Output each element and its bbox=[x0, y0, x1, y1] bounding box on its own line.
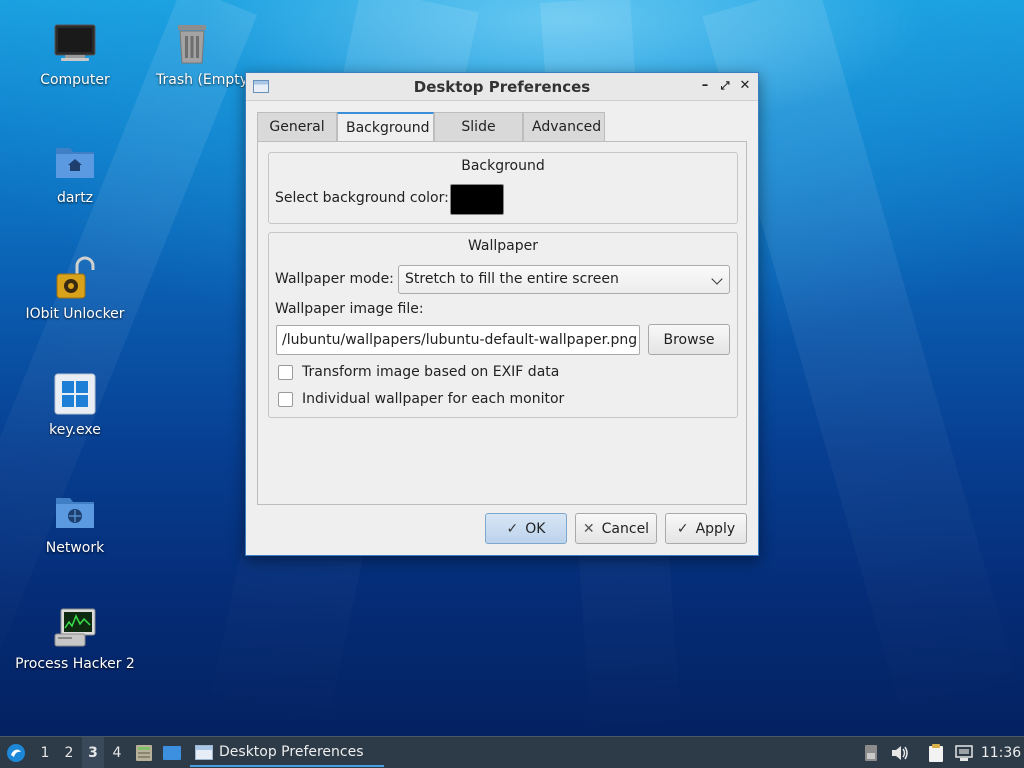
dialog-title: Desktop Preferences bbox=[413, 77, 591, 96]
exif-transform-checkbox[interactable]: Transform image based on EXIF data bbox=[278, 364, 559, 380]
tab-slide-show[interactable]: Slide Show bbox=[434, 112, 523, 164]
desktop-icon-network[interactable]: Network bbox=[10, 490, 140, 556]
trash-icon bbox=[170, 22, 214, 66]
file-cabinet-icon bbox=[136, 745, 152, 761]
individual-wallpaper-checkbox[interactable]: Individual wallpaper for each monitor bbox=[278, 391, 564, 407]
desktop-preferences-dialog: Desktop Preferences – ⤢ ✕ General Backgr… bbox=[245, 72, 759, 556]
wallpaper-file-input[interactable]: /lubuntu/wallpapers/lubuntu-default-wall… bbox=[276, 325, 640, 355]
background-color-label: Select background color: bbox=[275, 190, 449, 206]
clock[interactable]: 11:36 bbox=[980, 737, 1022, 768]
workspace-3[interactable]: 3 bbox=[82, 737, 104, 768]
desktop-icon-label: Network bbox=[45, 540, 105, 556]
home-folder-icon bbox=[53, 140, 97, 184]
desktop-icon bbox=[163, 746, 181, 760]
process-hacker-icon bbox=[53, 606, 97, 650]
background-color-button[interactable] bbox=[450, 184, 504, 215]
desktop-icon-label: Trash (Empty bbox=[156, 72, 248, 88]
window-app-icon bbox=[195, 744, 213, 760]
light-ray bbox=[0, 0, 258, 702]
desktop-icon-iobit-unlocker[interactable]: IObit Unlocker bbox=[10, 256, 140, 322]
computer-monitor-icon bbox=[53, 22, 97, 66]
network-status-icon[interactable] bbox=[952, 737, 976, 768]
desktop-icon-label: IObit Unlocker bbox=[25, 306, 125, 322]
desktop-icon-trash[interactable]: Trash (Empty bbox=[136, 22, 248, 88]
background-group-title: Background bbox=[461, 158, 545, 174]
desktop-icon-label: key.exe bbox=[49, 422, 101, 438]
minimize-icon[interactable]: – bbox=[698, 78, 712, 94]
start-menu-button[interactable] bbox=[4, 737, 28, 768]
close-icon[interactable]: ✕ bbox=[738, 78, 752, 94]
desktop-icon-process-hacker[interactable]: Process Hacker 2 bbox=[10, 606, 140, 672]
volume-icon[interactable] bbox=[888, 737, 912, 768]
show-desktop-button[interactable] bbox=[160, 737, 184, 768]
wallpaper-mode-value: Stretch to fill the entire screen bbox=[405, 271, 619, 287]
tab-bar: General Background Slide Show Advanced bbox=[257, 112, 605, 164]
clipboard-icon[interactable] bbox=[924, 737, 948, 768]
tab-background[interactable]: Background bbox=[337, 112, 434, 143]
checkbox-box[interactable] bbox=[278, 364, 293, 380]
desktop-icon-key-exe[interactable]: key.exe bbox=[10, 372, 140, 438]
taskbar: 1 2 3 4 Desktop Preferences 11:36 bbox=[0, 736, 1024, 768]
ok-button[interactable]: ✓ OK bbox=[485, 513, 567, 544]
wallpaper-file-label: Wallpaper image file: bbox=[275, 301, 424, 317]
task-label: Desktop Preferences bbox=[219, 744, 364, 760]
removable-media-icon[interactable] bbox=[860, 737, 882, 768]
wallpaper-group-title: Wallpaper bbox=[467, 238, 539, 254]
checkbox-box[interactable] bbox=[278, 391, 293, 407]
cancel-x-icon: ✕ bbox=[582, 520, 595, 537]
check-icon: ✓ bbox=[506, 520, 519, 537]
wallpaper-group: Wallpaper Wallpaper mode: Stretch to fil… bbox=[268, 232, 738, 418]
exif-transform-label: Transform image based on EXIF data bbox=[302, 364, 560, 380]
individual-wallpaper-label: Individual wallpaper for each monitor bbox=[302, 391, 565, 407]
background-tab-panel: Background Select background color: Wall… bbox=[257, 141, 747, 505]
maximize-icon[interactable]: ⤢ bbox=[718, 78, 732, 94]
browse-button-label: Browse bbox=[663, 331, 715, 348]
tab-advanced[interactable]: Advanced bbox=[523, 112, 605, 142]
desktop-icon-dartz[interactable]: dartz bbox=[10, 140, 140, 206]
workspace-4[interactable]: 4 bbox=[106, 737, 128, 768]
wallpaper-mode-label: Wallpaper mode: bbox=[275, 271, 394, 287]
dialog-titlebar[interactable]: Desktop Preferences – ⤢ ✕ bbox=[246, 73, 758, 101]
ok-button-label: OK bbox=[525, 520, 546, 537]
workspace-1[interactable]: 1 bbox=[34, 737, 56, 768]
taskbar-task-desktop-preferences[interactable]: Desktop Preferences bbox=[190, 739, 384, 767]
background-group: Background Select background color: bbox=[268, 152, 738, 224]
lubuntu-logo-icon bbox=[7, 744, 25, 762]
desktop-icon-computer[interactable]: Computer bbox=[10, 22, 140, 88]
cancel-button[interactable]: ✕ Cancel bbox=[575, 513, 657, 544]
workspace-2[interactable]: 2 bbox=[58, 737, 80, 768]
unlocked-padlock-icon bbox=[53, 256, 97, 300]
desktop-icon-label: dartz bbox=[56, 190, 94, 206]
check-icon: ✓ bbox=[676, 520, 689, 537]
wallpaper-mode-select[interactable]: Stretch to fill the entire screen bbox=[398, 265, 730, 294]
desktop-icon-label: Computer bbox=[40, 72, 110, 88]
browse-button[interactable]: Browse bbox=[648, 324, 730, 355]
apply-button-label: Apply bbox=[695, 520, 736, 537]
apply-button[interactable]: ✓ Apply bbox=[665, 513, 747, 544]
tab-general[interactable]: General bbox=[257, 112, 337, 142]
cancel-button-label: Cancel bbox=[601, 520, 650, 537]
file-manager-launcher[interactable] bbox=[132, 737, 156, 768]
chevron-down-icon bbox=[711, 273, 723, 285]
desktop-icon-label: Process Hacker 2 bbox=[15, 656, 135, 672]
network-folder-icon bbox=[53, 490, 97, 534]
windows-logo-icon bbox=[53, 372, 97, 416]
